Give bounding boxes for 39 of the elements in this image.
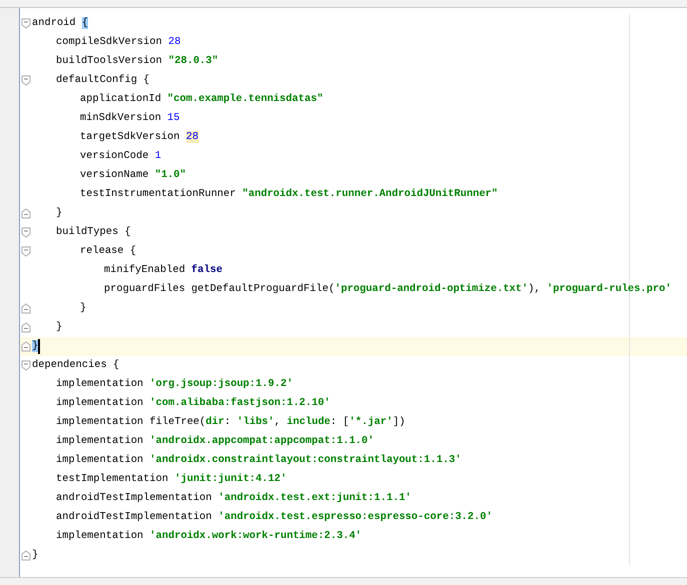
text-cursor: [38, 339, 40, 354]
fold-marker-icon[interactable]: [21, 550, 31, 561]
code-line: buildToolsVersion "28.0.3": [56, 54, 218, 69]
code-line: }: [56, 206, 62, 221]
code-line: dependencies {: [32, 358, 120, 373]
code-line: release {: [80, 244, 136, 259]
code-line: proguardFiles getDefaultProguardFile('proguard-android-optimize.txt'), 'proguard-rules.pro': [104, 282, 672, 297]
code-line: implementation 'com.alibaba:fastjson:1.2.10': [56, 396, 330, 411]
code-line: }: [56, 320, 62, 335]
code-line: androidTestImplementation 'androidx.test.ext:junit:1.1.1': [56, 490, 412, 506]
code-line: implementation fileTree(dir: 'libs', include: ['*.jar']): [56, 414, 406, 430]
code-line: implementation 'androidx.work:work-runtime:2.3.4': [56, 528, 362, 544]
code-line: implementation 'androidx.appcompat:appcompat:1.1.0': [56, 434, 374, 449]
code-line: }: [80, 300, 86, 316]
code-line: targetSdkVersion 28: [80, 130, 198, 145]
code-line: applicationId "com.example.tennisdatas": [80, 92, 324, 107]
fold-marker-icon[interactable]: [21, 75, 31, 86]
code-line: defaultConfig {: [56, 72, 150, 88]
fold-marker-icon[interactable]: [21, 208, 31, 219]
code-line: versionName "1.0": [80, 168, 186, 183]
code-line: }: [32, 548, 38, 563]
fold-marker-icon[interactable]: [21, 322, 31, 333]
fold-marker-icon[interactable]: [21, 303, 31, 314]
code-line: versionCode 1: [80, 148, 162, 164]
code-line: android {: [32, 16, 88, 31]
code-line: implementation 'androidx.constraintlayout:constraintlayout:1.1.3': [56, 452, 462, 468]
fold-marker-icon[interactable]: [21, 360, 31, 371]
code-line: minSdkVersion 15: [80, 110, 180, 126]
fold-marker-icon[interactable]: [21, 246, 31, 257]
code-line: androidTestImplementation 'androidx.test.espresso:espresso-core:3.2.0': [56, 510, 492, 525]
fold-marker-icon[interactable]: [21, 341, 31, 352]
code-line: testImplementation 'junit:junit:4.12': [56, 472, 287, 487]
code-line: minifyEnabled false: [104, 262, 222, 278]
code-line: buildTypes {: [56, 224, 131, 240]
fold-marker-icon[interactable]: [21, 227, 31, 238]
code-line: compileSdkVersion 28: [56, 34, 181, 50]
code-line: implementation 'org.jsoup:jsoup:1.9.2': [56, 376, 293, 392]
code-line: testInstrumentationRunner "androidx.test.runner.AndroidJUnitRunner": [80, 186, 498, 202]
fold-marker-icon[interactable]: [21, 18, 31, 29]
